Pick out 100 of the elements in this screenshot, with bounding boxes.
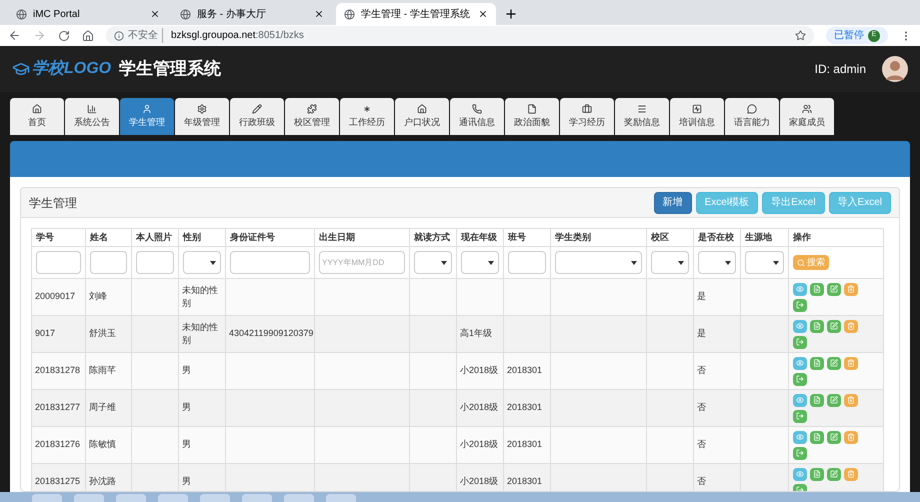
nav-tab[interactable]: 工作经历 xyxy=(340,98,394,135)
filter-dropdown[interactable] xyxy=(461,251,499,274)
view-button[interactable] xyxy=(793,468,807,480)
date-field[interactable]: YYYY年MM月DD xyxy=(319,251,405,274)
document-button[interactable] xyxy=(810,430,824,444)
edit-button[interactable] xyxy=(827,320,841,332)
delete-button[interactable] xyxy=(844,468,858,480)
nav-tab[interactable]: 通讯信息 xyxy=(450,98,504,135)
taskbar-item[interactable] xyxy=(158,494,188,502)
nav-tab[interactable]: 学习经历 xyxy=(560,98,614,135)
table-cell: 男 xyxy=(182,365,191,376)
user-id: ID: admin xyxy=(814,61,866,78)
browser-tab[interactable]: 学生管理 - 学生管理系统 xyxy=(336,3,496,25)
close-icon[interactable] xyxy=(150,9,160,19)
table-cell: 小2018级 xyxy=(460,476,498,486)
taskbar-item[interactable] xyxy=(116,494,146,502)
reload-icon[interactable] xyxy=(58,30,70,42)
filter-field[interactable] xyxy=(230,251,310,274)
table-cell: 否 xyxy=(697,365,706,376)
filter-dropdown[interactable] xyxy=(555,251,642,274)
tab-icon xyxy=(802,104,812,114)
view-button[interactable] xyxy=(793,394,807,406)
column-header: 身份证件号 xyxy=(226,228,314,246)
table-cell: 陈敏慎 xyxy=(89,439,116,450)
new-tab-icon[interactable] xyxy=(504,7,518,21)
filter-field[interactable] xyxy=(36,251,81,274)
forward-icon[interactable] xyxy=(33,29,46,42)
nav-tab[interactable]: 家庭成员 xyxy=(780,98,834,135)
address-bar[interactable]: 不安全 bzksgl.groupoa.net:8051/bzks xyxy=(106,26,814,45)
delete-button[interactable] xyxy=(844,282,858,296)
table-cell: 20009017 xyxy=(35,291,76,302)
nav-tab[interactable]: 政治面貌 xyxy=(505,98,559,135)
edit-button[interactable] xyxy=(827,282,841,296)
back-icon[interactable] xyxy=(8,29,21,42)
nav-tab[interactable]: 行政班级 xyxy=(230,98,284,135)
view-button[interactable] xyxy=(793,430,807,444)
nav-tab[interactable]: 系统公告 xyxy=(65,98,119,135)
caret-icon xyxy=(773,260,779,264)
page-icon xyxy=(344,8,355,20)
column-header: 操作 xyxy=(788,228,884,246)
document-button[interactable] xyxy=(810,356,824,370)
document-icon xyxy=(813,470,821,478)
exit-button[interactable] xyxy=(793,336,807,348)
taskbar-item[interactable] xyxy=(200,494,230,502)
table-cell: 43042119909120379 xyxy=(229,328,314,338)
taskbar-item[interactable] xyxy=(284,494,314,502)
taskbar-item[interactable] xyxy=(242,494,272,502)
filter-dropdown[interactable] xyxy=(414,251,452,274)
close-icon[interactable] xyxy=(314,9,324,19)
filter-field[interactable] xyxy=(508,251,546,274)
table-cell: 201831276 xyxy=(35,439,80,450)
close-icon[interactable] xyxy=(478,9,488,19)
exit-button[interactable] xyxy=(793,298,807,312)
filter-dropdown[interactable] xyxy=(183,251,221,274)
table-cell: 男 xyxy=(182,476,191,486)
document-button[interactable] xyxy=(810,320,824,332)
delete-icon xyxy=(847,285,855,293)
document-button[interactable] xyxy=(810,394,824,406)
exit-button[interactable] xyxy=(793,446,807,460)
exit-button[interactable] xyxy=(793,372,807,386)
document-button[interactable] xyxy=(810,282,824,296)
filter-dropdown[interactable] xyxy=(745,251,784,274)
delete-button[interactable] xyxy=(844,356,858,370)
toolbar-button[interactable]: 新增 xyxy=(654,192,692,214)
nav-tab[interactable]: 首页 xyxy=(10,98,64,135)
filter-dropdown[interactable] xyxy=(651,251,689,274)
view-button[interactable] xyxy=(793,282,807,296)
column-header: 学号 xyxy=(32,228,86,246)
view-icon xyxy=(796,470,804,478)
filter-dropdown[interactable] xyxy=(698,251,736,274)
filter-field[interactable] xyxy=(90,251,127,274)
nav-tab[interactable]: 语言能力 xyxy=(725,98,779,135)
taskbar-item[interactable] xyxy=(32,494,62,502)
url-text: bzksgl.groupoa.net:8051/bzks xyxy=(171,29,304,43)
exit-button[interactable] xyxy=(793,410,807,422)
taskbar-item[interactable] xyxy=(326,494,356,502)
nav-tab[interactable]: 校区管理 xyxy=(285,98,339,135)
nav-tab[interactable]: 培训信息 xyxy=(670,98,724,135)
document-button[interactable] xyxy=(810,468,824,480)
exit-icon xyxy=(796,375,804,383)
tab-icon xyxy=(362,104,372,114)
taskbar-item[interactable] xyxy=(74,494,104,502)
home-icon[interactable] xyxy=(82,30,94,42)
edit-button[interactable] xyxy=(827,356,841,370)
tab-icon xyxy=(87,104,97,114)
bookmark-star-icon[interactable] xyxy=(795,30,806,41)
view-button[interactable] xyxy=(793,356,807,370)
delete-button[interactable] xyxy=(844,394,858,406)
nav-tab[interactable]: 奖励信息 xyxy=(615,98,669,135)
filter-field[interactable] xyxy=(136,251,174,274)
delete-button[interactable] xyxy=(844,320,858,332)
view-icon xyxy=(796,359,804,367)
delete-button[interactable] xyxy=(844,430,858,444)
edit-button[interactable] xyxy=(827,394,841,406)
view-button[interactable] xyxy=(793,320,807,332)
edit-button[interactable] xyxy=(827,430,841,444)
nav-tab[interactable]: 学生管理 xyxy=(120,98,174,135)
nav-tab[interactable]: 户口状况 xyxy=(395,98,449,135)
edit-button[interactable] xyxy=(827,468,841,480)
nav-tab[interactable]: 年级管理 xyxy=(175,98,229,135)
